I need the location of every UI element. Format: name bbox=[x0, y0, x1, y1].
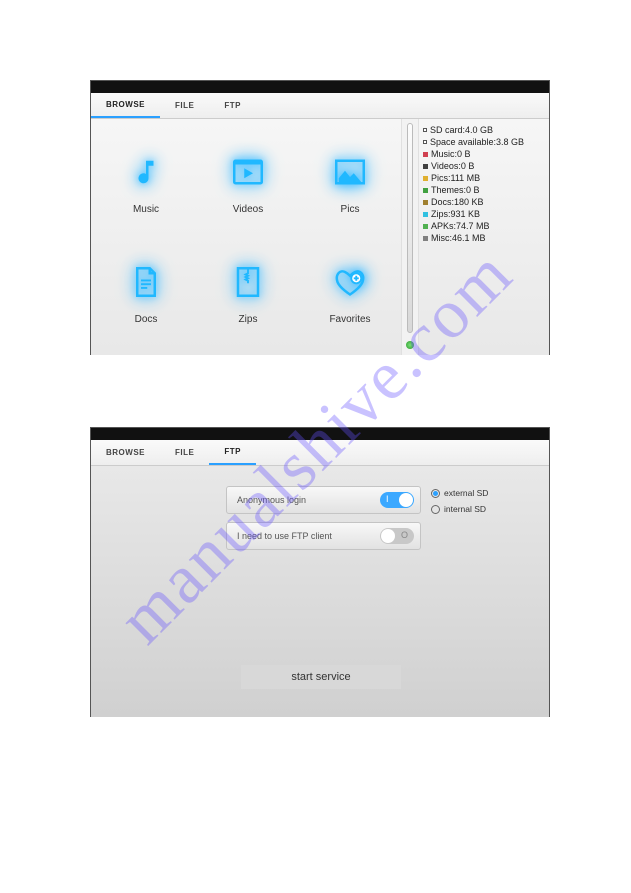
radio-label: external SD bbox=[444, 488, 488, 498]
stat-item: Pics:111 MB bbox=[423, 173, 545, 183]
tab-bar: BROWSE FILE FTP bbox=[91, 93, 549, 119]
zip-icon bbox=[226, 260, 270, 304]
screenshot-browse: BROWSE FILE FTP Music Videos Pic bbox=[90, 80, 550, 355]
screenshot-ftp: BROWSE FILE FTP Anonymous login I I need… bbox=[90, 427, 550, 717]
browse-body: Music Videos Pics Docs bbox=[91, 119, 549, 355]
tab-ftp[interactable]: FTP bbox=[209, 440, 256, 465]
scroll-tip bbox=[406, 341, 414, 349]
music-icon bbox=[124, 150, 168, 194]
toggle-on-label: I bbox=[386, 494, 389, 504]
stat-item: Themes:0 B bbox=[423, 185, 545, 195]
stat-item: Videos:0 B bbox=[423, 161, 545, 171]
category-label: Docs bbox=[135, 314, 158, 325]
android-statusbar bbox=[91, 81, 549, 93]
color-swatch bbox=[423, 212, 428, 217]
scroll-indicator[interactable] bbox=[401, 119, 419, 355]
stat-available: Space available:3.8 GB bbox=[423, 137, 545, 147]
ftp-client-row[interactable]: I need to use FTP client O bbox=[226, 522, 421, 550]
stat-item: Zips:931 KB bbox=[423, 209, 545, 219]
category-videos[interactable]: Videos bbox=[197, 127, 299, 237]
stat-item: Misc:46.1 MB bbox=[423, 233, 545, 243]
stat-text: Misc:46.1 MB bbox=[431, 233, 486, 243]
stat-sdcard: SD card:4.0 GB bbox=[423, 125, 545, 135]
color-swatch bbox=[423, 236, 428, 241]
toggle-off-label: O bbox=[401, 530, 408, 540]
color-swatch bbox=[423, 164, 428, 169]
tab-ftp[interactable]: FTP bbox=[209, 93, 256, 118]
ftp-client-toggle[interactable]: O bbox=[380, 528, 414, 544]
category-label: Pics bbox=[341, 204, 360, 215]
radio-internal-sd[interactable]: internal SD bbox=[431, 504, 488, 514]
category-label: Videos bbox=[233, 204, 263, 215]
tab-file[interactable]: FILE bbox=[160, 440, 209, 465]
anonymous-login-toggle[interactable]: I bbox=[380, 492, 414, 508]
stat-text: Docs:180 KB bbox=[431, 197, 484, 207]
stat-text: Music:0 B bbox=[431, 149, 471, 159]
document-icon bbox=[124, 260, 168, 304]
radio-label: internal SD bbox=[444, 504, 486, 514]
color-swatch bbox=[423, 176, 428, 181]
video-icon bbox=[226, 150, 270, 194]
category-label: Zips bbox=[239, 314, 258, 325]
stat-text: Videos:0 B bbox=[431, 161, 474, 171]
anonymous-login-label: Anonymous login bbox=[237, 495, 306, 505]
color-swatch bbox=[423, 152, 428, 157]
category-label: Music bbox=[133, 204, 159, 215]
picture-icon bbox=[328, 150, 372, 194]
stat-item: APKs:74.7 MB bbox=[423, 221, 545, 231]
anonymous-login-row[interactable]: Anonymous login I bbox=[226, 486, 421, 514]
ftp-body: Anonymous login I I need to use FTP clie… bbox=[91, 466, 549, 717]
category-pics[interactable]: Pics bbox=[299, 127, 401, 237]
category-grid: Music Videos Pics Docs bbox=[91, 119, 401, 355]
ftp-client-label: I need to use FTP client bbox=[237, 531, 332, 541]
color-swatch bbox=[423, 188, 428, 193]
stat-text: Pics:111 MB bbox=[431, 173, 480, 183]
radio-dot-icon bbox=[431, 489, 440, 498]
ftp-settings: Anonymous login I I need to use FTP clie… bbox=[226, 486, 421, 558]
radio-external-sd[interactable]: external SD bbox=[431, 488, 488, 498]
tab-file[interactable]: FILE bbox=[160, 93, 209, 118]
stat-item: Music:0 B bbox=[423, 149, 545, 159]
color-swatch bbox=[423, 224, 428, 229]
stat-text: APKs:74.7 MB bbox=[431, 221, 490, 231]
stat-item: Docs:180 KB bbox=[423, 197, 545, 207]
color-swatch bbox=[423, 200, 428, 205]
category-zips[interactable]: Zips bbox=[197, 237, 299, 347]
storage-stats: SD card:4.0 GB Space available:3.8 GB Mu… bbox=[419, 119, 549, 355]
category-favorites[interactable]: Favorites bbox=[299, 237, 401, 347]
tab-browse[interactable]: BROWSE bbox=[91, 440, 160, 465]
stat-text: Themes:0 B bbox=[431, 185, 480, 195]
stat-text: Zips:931 KB bbox=[431, 209, 480, 219]
category-label: Favorites bbox=[329, 314, 370, 325]
heart-plus-icon bbox=[328, 260, 372, 304]
start-service-button[interactable]: start service bbox=[241, 665, 401, 689]
scroll-thumb bbox=[407, 123, 413, 333]
android-statusbar bbox=[91, 428, 549, 440]
category-docs[interactable]: Docs bbox=[95, 237, 197, 347]
storage-radios: external SD internal SD bbox=[431, 488, 488, 520]
radio-dot-icon bbox=[431, 505, 440, 514]
tab-bar: BROWSE FILE FTP bbox=[91, 440, 549, 466]
tab-browse[interactable]: BROWSE bbox=[91, 93, 160, 118]
category-music[interactable]: Music bbox=[95, 127, 197, 237]
toggle-knob bbox=[381, 529, 395, 543]
toggle-knob bbox=[399, 493, 413, 507]
